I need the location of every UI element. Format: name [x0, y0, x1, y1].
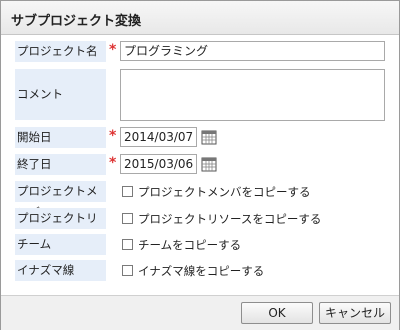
end-date-input[interactable]: 2015/03/06: [120, 154, 197, 174]
copy-members-label[interactable]: プロジェクトメンバをコピーする: [138, 184, 311, 200]
comment-label: コメント: [15, 69, 106, 120]
end-date-label: 終了日: [15, 154, 106, 175]
cancel-button[interactable]: キャンセル: [319, 302, 391, 324]
project-members-label: プロジェクトメンバ: [15, 181, 106, 219]
dialog-footer: OK キャンセル: [1, 295, 399, 330]
copy-members-checkbox[interactable]: [122, 186, 133, 197]
lightning-line-label: イナズマ線: [15, 260, 106, 281]
required-asterisk: *: [109, 42, 117, 58]
project-resources-label: プロジェクトリソース: [15, 208, 106, 246]
project-name-label: プロジェクト名: [15, 41, 106, 62]
copy-team-checkbox[interactable]: [122, 239, 133, 250]
dialog-title: サブプロジェクト変換: [11, 14, 142, 29]
required-asterisk: *: [109, 128, 117, 144]
copy-resources-label[interactable]: プロジェクトリソースをコピーする: [138, 211, 321, 227]
team-label: チーム: [15, 234, 106, 255]
calendar-icon[interactable]: [201, 129, 217, 145]
comment-textarea[interactable]: [120, 69, 385, 121]
copy-lightning-line-checkbox[interactable]: [122, 265, 133, 276]
copy-resources-checkbox[interactable]: [122, 213, 133, 224]
start-date-input[interactable]: 2014/03/07: [120, 127, 197, 147]
project-name-input[interactable]: プログラミング: [120, 41, 385, 61]
required-asterisk: *: [109, 155, 117, 171]
copy-lightning-line-label[interactable]: イナズマ線をコピーする: [138, 263, 264, 279]
sub-project-dialog: サブプロジェクト変換 プロジェクト名 * プログラミング コメント 開始日 * …: [0, 0, 400, 330]
calendar-icon[interactable]: [201, 156, 217, 172]
copy-team-label[interactable]: チームをコピーする: [138, 237, 241, 253]
dialog-titlebar: サブプロジェクト変換: [1, 1, 399, 35]
ok-button[interactable]: OK: [241, 302, 313, 324]
start-date-label: 開始日: [15, 127, 106, 148]
